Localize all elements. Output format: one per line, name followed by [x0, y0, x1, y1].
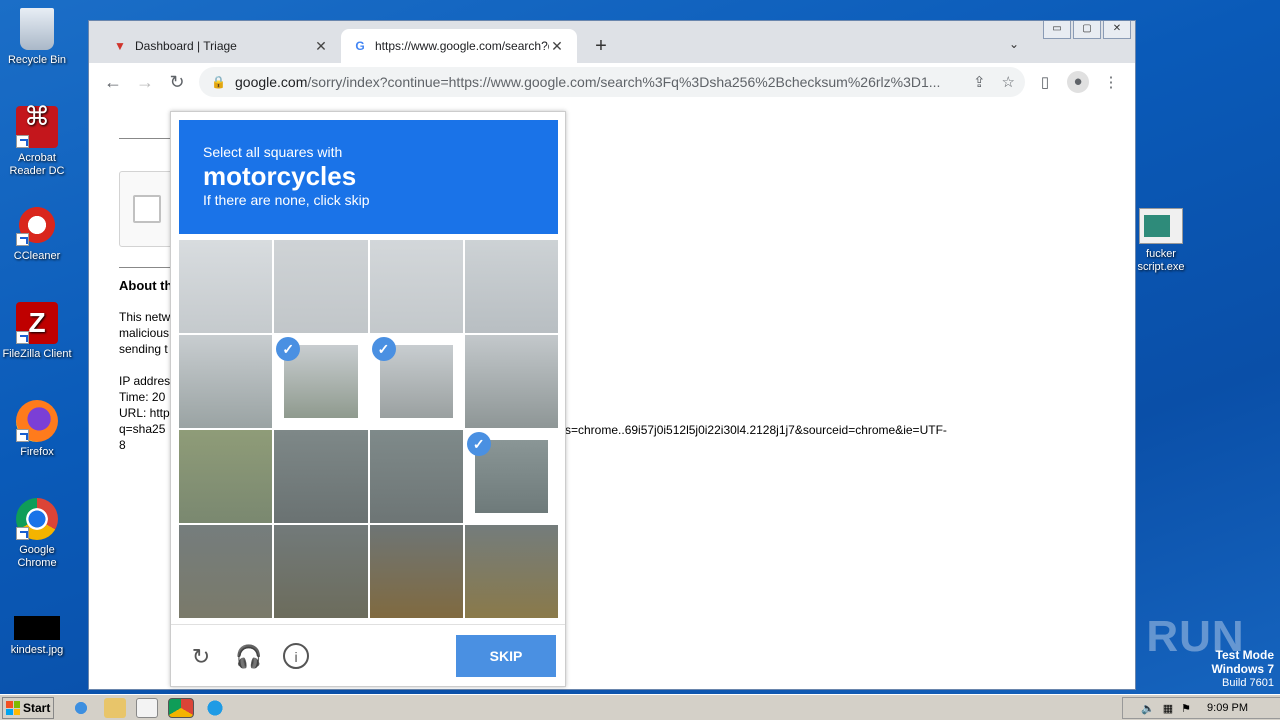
grid-tile[interactable] [179, 525, 273, 618]
forward-icon[interactable]: → [129, 72, 161, 93]
star-icon[interactable]: ☆ [1002, 73, 1015, 91]
close-icon[interactable]: ✕ [549, 38, 565, 55]
time-line: Time: 20 [119, 390, 166, 404]
desktop-icon-recycle-bin[interactable]: Recycle Bin [0, 8, 74, 67]
para-line: malicious [119, 326, 170, 340]
chrome-taskbar-icon[interactable] [168, 698, 194, 718]
grid-tile[interactable] [179, 430, 273, 523]
desktop-icon-firefox[interactable]: Firefox [0, 400, 74, 459]
taskbar: Start 🔈 ▦ ⚑ 9:09 PM [0, 694, 1280, 720]
grid-tile[interactable]: ✓ [369, 335, 463, 428]
toolbar: ← → ↻ 🔒 google.com/sorry/index?continue=… [89, 63, 1135, 101]
new-tab-icon[interactable]: + [591, 35, 611, 58]
para-line: This netw [119, 310, 171, 324]
firefox-icon [16, 400, 58, 442]
instruction-text: Select all squares with [203, 144, 343, 160]
grid-tile[interactable] [179, 335, 273, 428]
url-line: URL: http [119, 406, 170, 420]
window-controls: ▭ ▢ ✕ [1043, 21, 1131, 39]
reload-icon[interactable]: ↻ [187, 643, 215, 671]
tab-triage[interactable]: ▼ Dashboard | Triage ✕ [101, 29, 341, 63]
chevron-down-icon[interactable]: ⌄ [1009, 37, 1019, 51]
url-tail: s=chrome..69i57j0i512l5j0i22i30l4.2128j1… [565, 423, 947, 437]
close-button[interactable]: ✕ [1103, 21, 1131, 39]
ccleaner-icon [16, 204, 58, 246]
checkmark-icon: ✓ [466, 432, 491, 456]
explorer-icon[interactable] [104, 698, 126, 718]
about-heading: About th [119, 278, 173, 293]
close-icon[interactable]: ✕ [313, 38, 329, 55]
query-line-cont: 8 [119, 438, 126, 452]
minimize-button[interactable]: ▭ [1043, 21, 1071, 39]
grid-tile[interactable] [369, 430, 463, 523]
grid-tile[interactable] [464, 335, 558, 428]
menu-icon[interactable]: ⋮ [1101, 73, 1121, 91]
reload-icon[interactable]: ↻ [161, 72, 193, 93]
edge-icon[interactable] [204, 698, 226, 718]
ie-icon[interactable] [70, 698, 92, 718]
recaptcha-challenge: Select all squares with motorcycles If t… [170, 111, 566, 687]
acrobat-icon: ⌘ [16, 103, 58, 148]
grid-tile[interactable] [179, 240, 273, 333]
media-player-icon[interactable] [136, 698, 158, 718]
headphones-icon[interactable]: 🎧 [235, 643, 263, 671]
grid-tile[interactable] [274, 240, 368, 333]
tab-google[interactable]: G https://www.google.com/search?q= ✕ [341, 29, 577, 63]
grid-tile[interactable] [464, 525, 558, 618]
grid-tile[interactable] [464, 240, 558, 333]
info-icon[interactable]: i [283, 643, 309, 669]
network-icon[interactable]: ▦ [1163, 702, 1173, 715]
ip-address-line: IP addres [119, 374, 171, 388]
grid-tile[interactable] [369, 525, 463, 618]
share-icon[interactable]: ⇪ [973, 73, 986, 91]
skip-button[interactable]: SKIP [456, 635, 556, 677]
windows-logo-icon [6, 701, 20, 715]
side-panel-icon[interactable]: ▯ [1035, 73, 1055, 91]
hint-text: If there are none, click skip [203, 192, 370, 208]
executable-icon [1139, 208, 1183, 244]
flag-icon[interactable]: ⚑ [1181, 702, 1191, 715]
address-bar[interactable]: 🔒 google.com/sorry/index?continue=https:… [199, 67, 1025, 97]
lock-icon: 🔒 [211, 75, 226, 89]
challenge-header: Select all squares with motorcycles If t… [179, 120, 558, 234]
system-tray: 🔈 ▦ ⚑ 9:09 PM [1122, 697, 1280, 719]
clock: 9:09 PM [1207, 702, 1248, 714]
grid-tile[interactable]: ✓ [274, 335, 368, 428]
grid-tile[interactable]: ✓ [464, 430, 558, 523]
triage-icon: ▼ [114, 39, 126, 53]
url-text: google.com/sorry/index?continue=https://… [235, 74, 941, 90]
checkmark-icon: ✓ [371, 337, 396, 361]
challenge-footer: ↻ 🎧 i SKIP [171, 624, 565, 686]
filezilla-icon: Z [16, 302, 58, 344]
maximize-button[interactable]: ▢ [1073, 21, 1101, 39]
start-button[interactable]: Start [2, 697, 54, 719]
grid-tile[interactable] [274, 430, 368, 523]
grid-tile[interactable] [274, 525, 368, 618]
chrome-icon [16, 498, 58, 540]
test-mode-label: Test Mode Windows 7 Build 7601 [1211, 648, 1274, 689]
image-grid: ✓ ✓ ✓ [179, 240, 558, 618]
desktop-icon-filezilla[interactable]: Z FileZilla Client [0, 302, 74, 361]
image-file-icon [14, 616, 60, 640]
recycle-bin-icon [20, 8, 54, 50]
desktop-icon-ccleaner[interactable]: CCleaner [0, 204, 74, 263]
tab-strip: ▼ Dashboard | Triage ✕ G https://www.goo… [89, 21, 1135, 63]
desktop-icon-chrome[interactable]: Google Chrome [0, 498, 74, 570]
query-line: q=sha25 [119, 422, 166, 436]
recaptcha-checkbox[interactable] [133, 195, 161, 223]
google-icon: G [355, 39, 365, 53]
desktop-icon-kindest[interactable]: kindest.jpg [0, 616, 74, 657]
grid-tile[interactable] [369, 240, 463, 333]
para-line: sending t [119, 342, 168, 356]
volume-icon[interactable]: 🔈 [1141, 702, 1155, 715]
back-icon[interactable]: ← [97, 72, 129, 93]
target-object: motorcycles [203, 161, 357, 191]
desktop-icon-acrobat[interactable]: ⌘ Acrobat Reader DC [0, 103, 74, 178]
profile-icon[interactable]: ● [1067, 71, 1089, 93]
